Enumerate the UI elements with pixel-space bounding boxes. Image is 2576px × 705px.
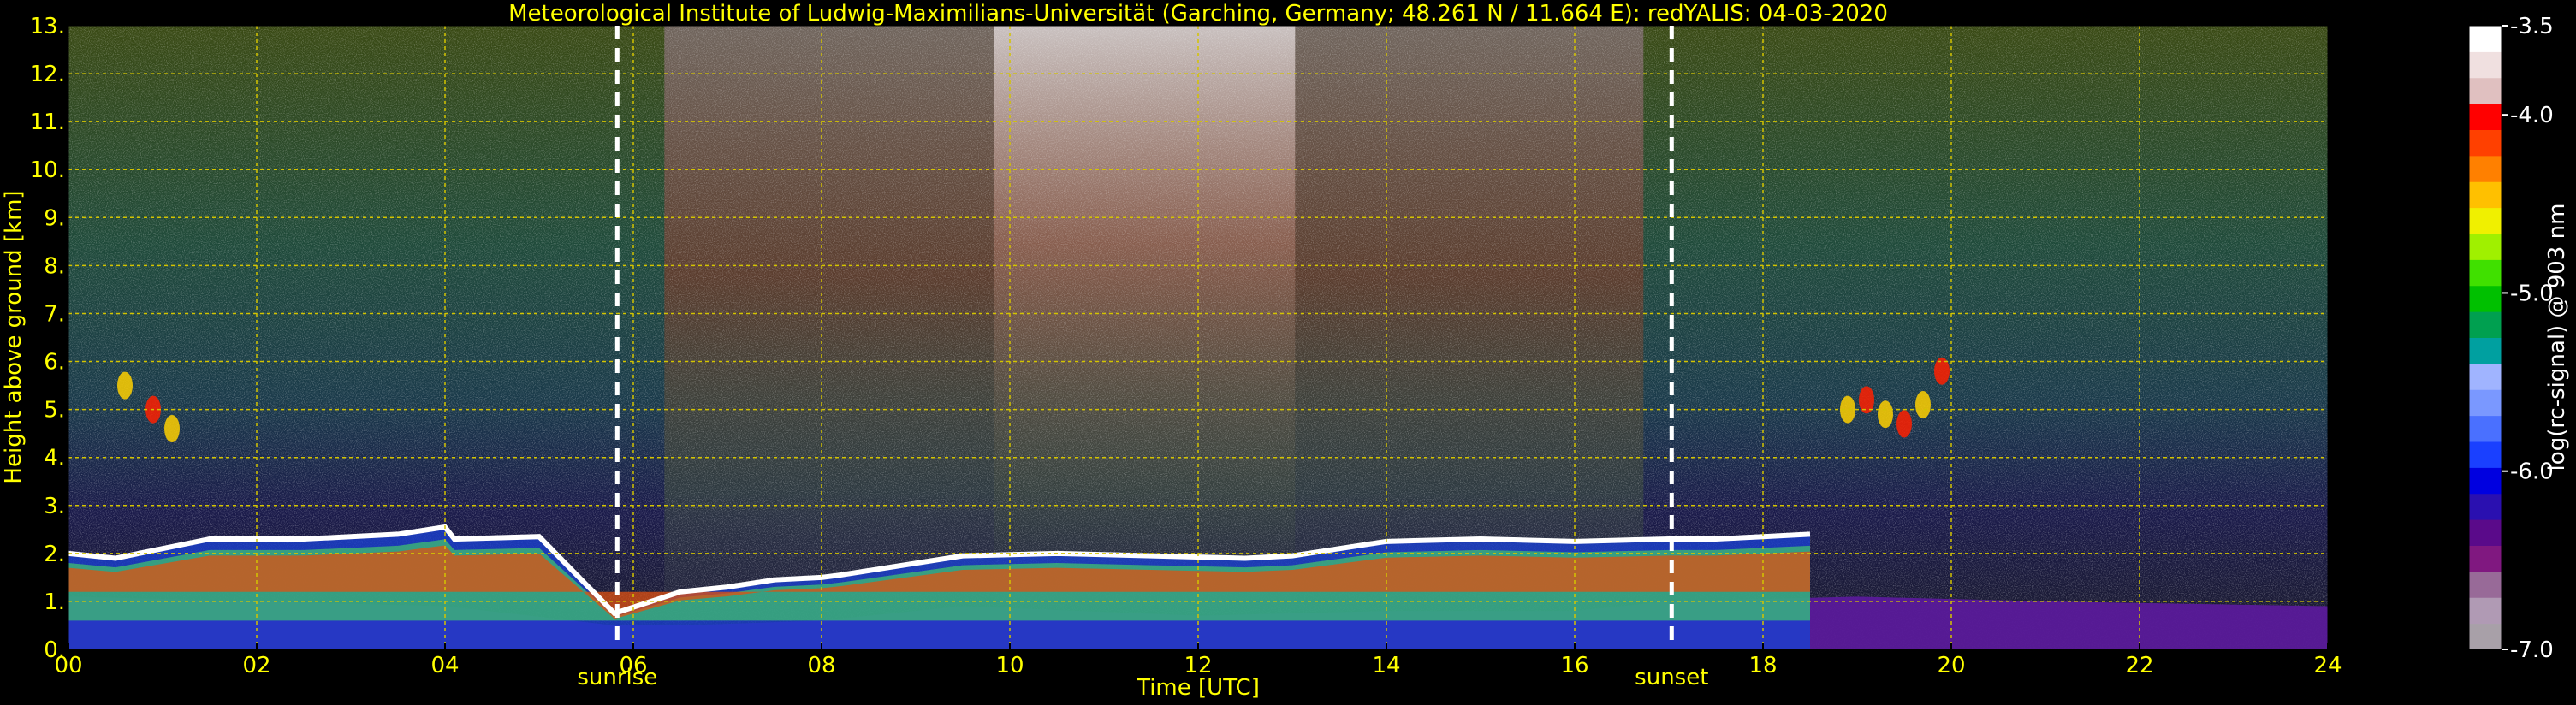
y-tick-label: 9. bbox=[44, 205, 65, 231]
y-tick-label: 12. bbox=[30, 62, 65, 87]
colorbar: -3.5-4.0-5.0-6.0-7.0 bbox=[2468, 14, 2554, 663]
y-tick-label: 2. bbox=[44, 542, 65, 567]
colorbar-segment bbox=[2469, 571, 2502, 598]
x-tick-label: 22 bbox=[2125, 653, 2153, 678]
x-tick-label: 02 bbox=[242, 653, 270, 678]
x-axis-label: Time [UTC] bbox=[1136, 675, 1260, 701]
colorbar-segment bbox=[2469, 311, 2502, 338]
y-tick-label: 3. bbox=[44, 494, 65, 519]
colorbar-segment bbox=[2469, 545, 2502, 572]
colorbar-segment bbox=[2469, 285, 2502, 312]
x-tick-label: 10 bbox=[995, 653, 1024, 678]
y-tick-label: 10. bbox=[30, 157, 65, 183]
x-tick-label: 18 bbox=[1748, 653, 1777, 678]
colorbar-segment bbox=[2469, 234, 2502, 260]
colorbar-segment bbox=[2469, 104, 2502, 130]
colorbar-segment bbox=[2469, 26, 2502, 52]
colorbar-segment bbox=[2469, 337, 2502, 364]
cloud-patch bbox=[1915, 391, 1931, 419]
sunset-label: sunset bbox=[1635, 665, 1708, 690]
colorbar-segment bbox=[2469, 389, 2502, 417]
cloud-patch bbox=[164, 415, 180, 443]
y-tick-label: 6. bbox=[44, 350, 65, 376]
colorbar-tick-label: -4.0 bbox=[2510, 103, 2554, 128]
colorbar-segment bbox=[2469, 155, 2502, 182]
colorbar-segment bbox=[2469, 129, 2502, 157]
colorbar-segment bbox=[2469, 77, 2502, 104]
colorbar-segment bbox=[2469, 441, 2502, 468]
lidar-figure: sunrise sunset 00 02 04 06 08 10 12 14 16 18 20 22 24… bbox=[1, 1, 2570, 701]
y-axis-ticks: 0. 1. 2. 3. 4. 5. 6. 7. 8. 9. 10. 11. 12. 13. bbox=[30, 14, 65, 663]
colorbar-segment bbox=[2469, 597, 2502, 625]
colorbar-segment bbox=[2469, 623, 2502, 650]
colorbar-segment bbox=[2469, 415, 2502, 442]
y-tick-label: 7. bbox=[44, 301, 65, 327]
colorbar-label: log(rc-signal) @ 903 nm bbox=[2544, 204, 2570, 471]
x-tick-label: 16 bbox=[1560, 653, 1588, 678]
colorbar-segment bbox=[2469, 493, 2502, 520]
colorbar-segment bbox=[2469, 51, 2502, 79]
x-tick-label: 04 bbox=[430, 653, 459, 678]
colorbar-tick-label: -7.0 bbox=[2510, 637, 2554, 663]
plot-area bbox=[68, 26, 2328, 649]
y-tick-label: 8. bbox=[44, 253, 65, 279]
y-tick-label: 4. bbox=[44, 446, 65, 471]
y-tick-label: 0. bbox=[44, 637, 65, 663]
y-tick-label: 5. bbox=[44, 398, 65, 424]
y-tick-label: 13. bbox=[30, 14, 65, 39]
colorbar-segment bbox=[2469, 259, 2502, 287]
x-tick-label: 24 bbox=[2313, 653, 2342, 678]
cloud-patch bbox=[1878, 400, 1893, 429]
y-tick-label: 11. bbox=[30, 110, 65, 135]
colorbar-segment bbox=[2469, 519, 2502, 546]
x-tick-label: 08 bbox=[807, 653, 835, 678]
cloud-patch bbox=[117, 371, 133, 400]
chart-title: Meteorological Institute of Ludwig-Maxim… bbox=[508, 1, 1888, 27]
colorbar-segment bbox=[2469, 363, 2502, 390]
x-tick-label: 06 bbox=[619, 653, 647, 678]
colorbar-segment bbox=[2469, 181, 2502, 209]
y-tick-label: 1. bbox=[44, 589, 65, 615]
x-tick-label: 20 bbox=[1937, 653, 1965, 678]
colorbar-segment bbox=[2469, 207, 2502, 234]
cloud-patch bbox=[1896, 410, 1912, 438]
x-tick-label: 14 bbox=[1372, 653, 1400, 678]
colorbar-tick-label: -3.5 bbox=[2510, 14, 2554, 39]
y-axis-label: Height above ground [km] bbox=[1, 190, 27, 483]
colorbar-segment bbox=[2469, 467, 2502, 495]
